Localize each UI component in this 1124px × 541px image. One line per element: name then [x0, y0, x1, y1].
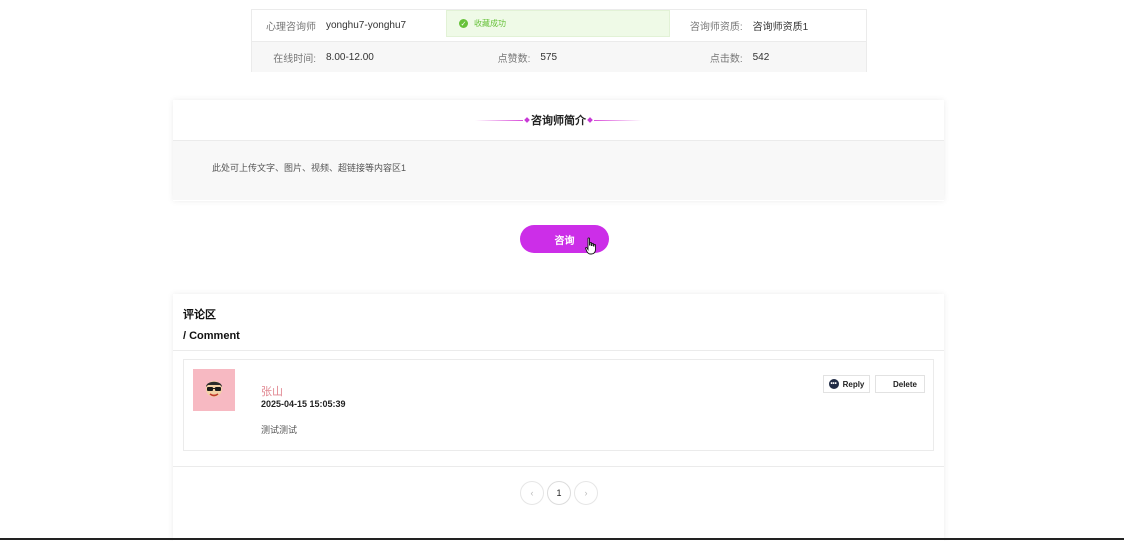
divider	[173, 466, 944, 467]
counselor-cell: 心理咨询师 yonghu7-yonghu7	[252, 10, 446, 41]
next-page-button[interactable]: ›	[574, 481, 598, 505]
comment-author: 张山	[261, 386, 283, 398]
comment-time: 2025-04-15 15:05:39	[261, 399, 346, 409]
comments-section: 评论区 / Comment 张山 2025-04-15 15:05:39 测试测…	[173, 294, 944, 541]
online-time-value: 8.00-12.00	[326, 51, 374, 63]
likes-cell: 点赞数: 575	[446, 42, 670, 72]
comment-item: 张山 2025-04-15 15:05:39 测试测试 ••• Reply De…	[183, 359, 934, 451]
diamond-icon	[524, 117, 530, 123]
counselor-intro-panel: 咨询师简介 此处可上传文字、图片、视频、超链接等内容区1	[173, 100, 944, 201]
intro-title: 咨询师简介	[531, 115, 586, 127]
clicks-label: 点击数:	[709, 53, 743, 65]
reply-button[interactable]: ••• Reply	[823, 375, 870, 393]
diamond-icon	[587, 117, 593, 123]
likes-label: 点赞数:	[497, 53, 531, 65]
toast-message: 收藏成功	[474, 19, 506, 28]
prev-page-button[interactable]: ‹	[520, 481, 544, 505]
page-bottom-border	[0, 538, 1124, 540]
decor-line-right	[594, 119, 642, 121]
avatar-face-icon	[206, 381, 222, 397]
qualification-label: 咨询师资质:	[689, 22, 743, 33]
chat-bubble-icon: •••	[828, 379, 839, 389]
online-time-label: 在线时间:	[273, 53, 316, 65]
reply-label: Reply	[842, 379, 865, 389]
online-time-cell: 在线时间: 8.00-12.00	[252, 42, 446, 72]
check-circle-icon: ✓	[459, 19, 468, 28]
counselor-label: 心理咨询师	[266, 22, 316, 33]
info-row-2: 在线时间: 8.00-12.00 点赞数: 575 点击数: 542	[252, 41, 866, 72]
qualification-value: 咨询师资质1	[752, 22, 809, 33]
intro-body: 此处可上传文字、图片、视频、超链接等内容区1	[173, 141, 944, 200]
clicks-cell: 点击数: 542	[671, 42, 866, 72]
comment-text: 测试测试	[261, 425, 298, 435]
qualification-cell: 咨询师资质: 咨询师资质1	[671, 10, 866, 41]
delete-button[interactable]: Delete	[875, 375, 925, 393]
pagination: ‹ 1 ›	[520, 481, 598, 505]
comments-subtitle: / Comment	[183, 330, 240, 342]
counselor-value: yonghu7-yonghu7	[326, 20, 407, 31]
page-1-button[interactable]: 1	[547, 481, 571, 505]
comments-title: 评论区	[183, 309, 216, 321]
avatar	[193, 369, 235, 411]
success-toast: ✓ 收藏成功	[446, 10, 670, 37]
decor-line-left	[475, 119, 523, 121]
intro-header: 咨询师简介	[173, 100, 944, 141]
comments-header: 评论区 / Comment	[173, 294, 944, 351]
hand-cursor-icon	[585, 237, 596, 255]
likes-value: 575	[540, 51, 558, 63]
clicks-value: 542	[752, 51, 770, 63]
